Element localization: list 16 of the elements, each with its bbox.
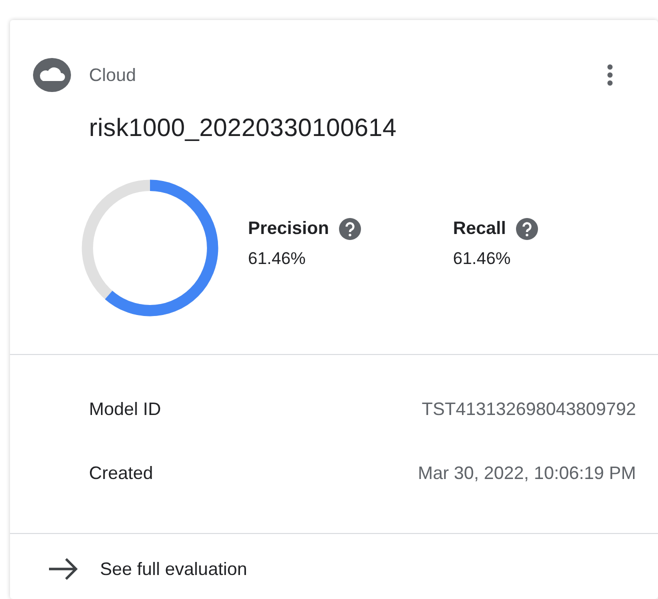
source-label: Cloud xyxy=(89,64,136,86)
help-icon[interactable] xyxy=(516,218,538,240)
metric-label: Recall xyxy=(453,218,506,239)
detail-label: Created xyxy=(89,462,154,484)
metric-label: Precision xyxy=(248,218,330,239)
cloud-icon xyxy=(33,58,71,92)
see-full-evaluation-link[interactable]: See full evaluation xyxy=(10,534,658,580)
detail-value: TST413132698043809792 xyxy=(422,398,636,420)
more-options-icon[interactable] xyxy=(606,64,614,86)
arrow-right-icon xyxy=(48,558,78,580)
detail-label: Model ID xyxy=(89,398,162,420)
help-icon[interactable] xyxy=(339,218,362,240)
detail-value: Mar 30, 2022, 10:06:19 PM xyxy=(418,462,636,484)
model-title: risk1000_20220330100614 xyxy=(88,113,398,143)
metric-value: 61.46% xyxy=(248,248,307,268)
metric-value: 61.46% xyxy=(453,248,512,268)
